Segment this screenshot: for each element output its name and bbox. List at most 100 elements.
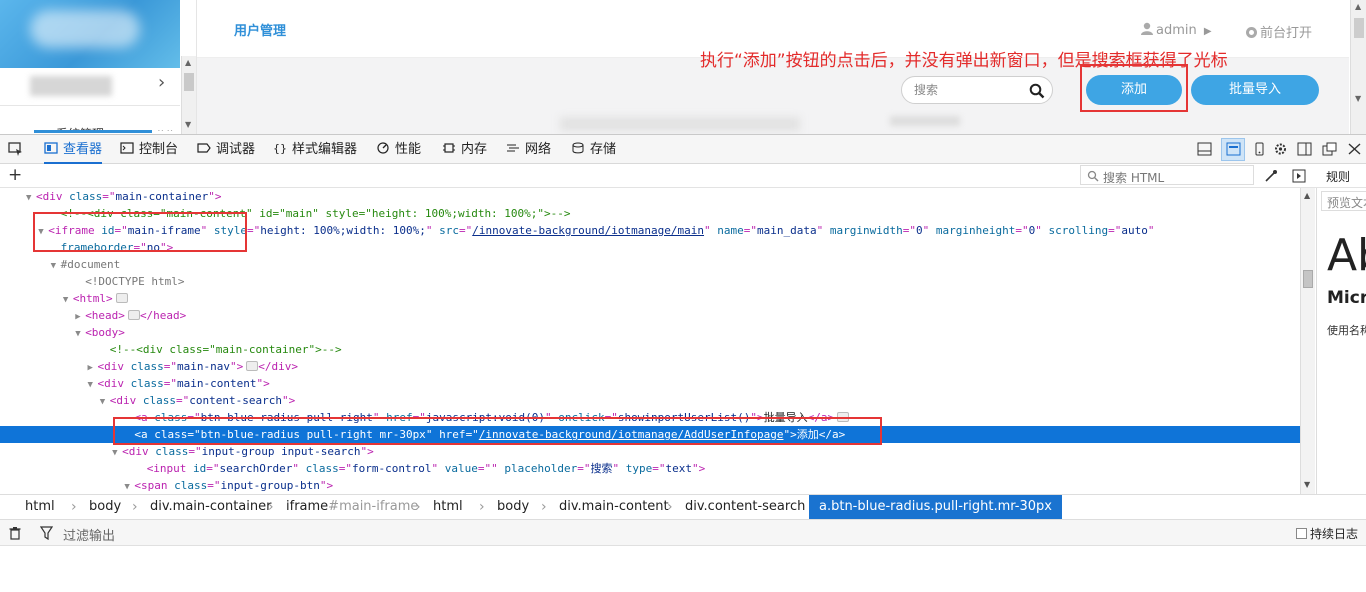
- markup-token: auto: [1121, 224, 1148, 237]
- breadcrumb-item[interactable]: div.main-content: [559, 495, 669, 519]
- markup-node-row[interactable]: ▼ <html>: [0, 290, 1300, 307]
- markup-scrollbar[interactable]: ▲ ▼: [1300, 188, 1315, 494]
- devtools-tab[interactable]: 调试器: [197, 135, 255, 164]
- markup-token: text: [665, 462, 693, 475]
- markup-token: <html>: [72, 292, 113, 305]
- breadcrumb-item[interactable]: iframe#main-iframe: [286, 495, 418, 519]
- devtools-tab[interactable]: 网络: [506, 135, 551, 164]
- devtools-tab[interactable]: 查看器: [44, 135, 103, 164]
- devtools-tab[interactable]: 内存: [442, 135, 487, 164]
- inspector-toolbar: + 搜索 HTML 规则: [0, 164, 1366, 188]
- scroll-up-icon[interactable]: ▲: [1355, 2, 1361, 11]
- scroll-down-icon[interactable]: ▼: [1355, 94, 1361, 103]
- sidebar-sub-item[interactable]: 系统管理 ⌄⌄: [0, 107, 180, 134]
- scroll-thumb[interactable]: [1354, 18, 1364, 38]
- markup-token: <div: [122, 445, 156, 458]
- trash-icon[interactable]: [8, 526, 22, 540]
- breadcrumb-item[interactable]: a.btn-blue-radius.pull-right.mr-30px: [809, 495, 1062, 519]
- preview-text-input[interactable]: 预览文本: [1321, 191, 1366, 211]
- markup-token: ": [431, 462, 445, 475]
- add-node-icon[interactable]: +: [8, 165, 22, 185]
- search-input[interactable]: [914, 83, 1024, 97]
- markup-link[interactable]: /innovate-background/iotmanage/main: [472, 224, 704, 237]
- markup-node-row[interactable]: ▼ <span class="input-group-btn">: [0, 477, 1300, 494]
- markup-token: marginheight: [935, 224, 1016, 237]
- memory-icon: [443, 143, 455, 153]
- responsive-icon[interactable]: [1252, 142, 1267, 156]
- markup-node-row[interactable]: ▼ <div class="main-content">: [0, 375, 1300, 392]
- undock-icon[interactable]: [1322, 142, 1337, 156]
- breadcrumb-item[interactable]: body: [497, 495, 529, 519]
- expanded-twisty-icon[interactable]: ▼: [124, 479, 134, 494]
- debugger-icon: [197, 143, 211, 153]
- dock-bottom-icon[interactable]: [1197, 142, 1212, 156]
- search-box[interactable]: [901, 76, 1053, 104]
- markup-node-row[interactable]: ▼ <div class="main-container">: [0, 188, 1300, 205]
- checkbox-icon[interactable]: [1296, 528, 1307, 539]
- tab-rules[interactable]: 规则: [1326, 168, 1350, 185]
- breadcrumb-item[interactable]: body: [89, 495, 121, 519]
- search-icon[interactable]: [1029, 83, 1045, 99]
- markup-node-row[interactable]: <input id="searchOrder" class="form-cont…: [0, 460, 1300, 477]
- scroll-thumb[interactable]: [184, 73, 194, 91]
- markup-node-row[interactable]: ▶ <head> </head>: [0, 307, 1300, 324]
- front-open-label: 前台打开: [1260, 26, 1313, 41]
- breadcrumb-item[interactable]: html: [433, 495, 463, 519]
- markup-token: =": [163, 377, 177, 390]
- filter-output-input[interactable]: 过滤输出: [63, 525, 115, 544]
- split-panel-icon[interactable]: [1297, 142, 1312, 156]
- devtools-tab[interactable]: 控制台: [120, 135, 178, 164]
- markup-token: <div: [109, 394, 143, 407]
- breadcrumb-item[interactable]: div.main-container: [150, 495, 271, 519]
- front-open-link[interactable]: 前台打开: [1246, 22, 1312, 41]
- batch-import-button[interactable]: 批量导入: [1191, 75, 1319, 105]
- search-icon: [1087, 170, 1099, 182]
- collapsed-content-badge[interactable]: [246, 361, 259, 371]
- markup-node-row[interactable]: ▼ #document: [0, 256, 1300, 273]
- markup-token: ": [612, 462, 626, 475]
- page-scrollbar[interactable]: ▲ ▼: [1350, 0, 1366, 134]
- markup-token: src: [439, 224, 459, 237]
- devtools-tab[interactable]: 性能: [376, 135, 421, 164]
- svg-text:{}: {}: [273, 142, 287, 154]
- pick-element-icon[interactable]: [8, 142, 23, 156]
- scroll-down-icon[interactable]: ▼: [185, 120, 191, 129]
- markup-token: <div: [97, 360, 131, 373]
- markup-token: ">: [229, 360, 244, 373]
- devtools-tab[interactable]: {} 样式编辑器: [273, 135, 357, 164]
- devtools-tab[interactable]: 存储: [571, 135, 616, 164]
- scroll-down-icon[interactable]: ▼: [1304, 480, 1310, 489]
- markup-token: =": [1015, 224, 1029, 237]
- markup-node-row[interactable]: ▼ <body>: [0, 324, 1300, 341]
- close-icon[interactable]: [1347, 142, 1362, 156]
- sidebar-scrollbar[interactable]: ▲ ▼: [181, 56, 196, 134]
- collapsed-content-badge[interactable]: [127, 310, 140, 320]
- eyedropper-icon[interactable]: [1264, 169, 1278, 183]
- breadcrumb-item[interactable]: html: [25, 495, 55, 519]
- markup-node-row[interactable]: ▶ <div class="main-nav"> </div>: [0, 358, 1300, 375]
- markup-node-row[interactable]: ▼ <div class="input-group input-search">: [0, 443, 1300, 460]
- devtools-toolbar: 查看器 控制台 调试器 {} 样式编辑器 性能 内存 网络 存储: [0, 135, 1366, 164]
- gear-icon[interactable]: [1273, 142, 1288, 156]
- network-icon: [507, 144, 519, 152]
- page-title[interactable]: 用户管理: [234, 20, 286, 39]
- sidebar-item[interactable]: ›: [0, 68, 180, 106]
- toggle-sidebar-icon[interactable]: [1292, 169, 1306, 183]
- scroll-up-icon[interactable]: ▲: [1304, 191, 1310, 200]
- devtools-tab-label: 性能: [395, 142, 422, 157]
- breadcrumb-item[interactable]: div.content-search: [685, 495, 805, 519]
- markup-node-row[interactable]: <!--<div class="main-container">-->: [0, 341, 1300, 358]
- sidebar-item-label-blurred: [30, 76, 112, 96]
- scroll-up-icon[interactable]: ▲: [185, 58, 191, 67]
- markup-node-row[interactable]: <!DOCTYPE html>: [0, 273, 1300, 290]
- collapsed-content-badge[interactable]: [115, 293, 128, 303]
- dock-side-icon[interactable]: [1226, 142, 1241, 156]
- markup-token: <div: [97, 377, 131, 390]
- persist-logs-checkbox[interactable]: 持续日志: [1296, 525, 1358, 542]
- user-menu[interactable]: admin ▶: [1141, 22, 1212, 38]
- scroll-thumb[interactable]: [1303, 270, 1313, 288]
- markup-node-row[interactable]: ▼ <div class="content-search">: [0, 392, 1300, 409]
- markup-token: class: [69, 190, 103, 203]
- brand-logo: [0, 0, 180, 68]
- html-search-input[interactable]: 搜索 HTML: [1080, 165, 1254, 185]
